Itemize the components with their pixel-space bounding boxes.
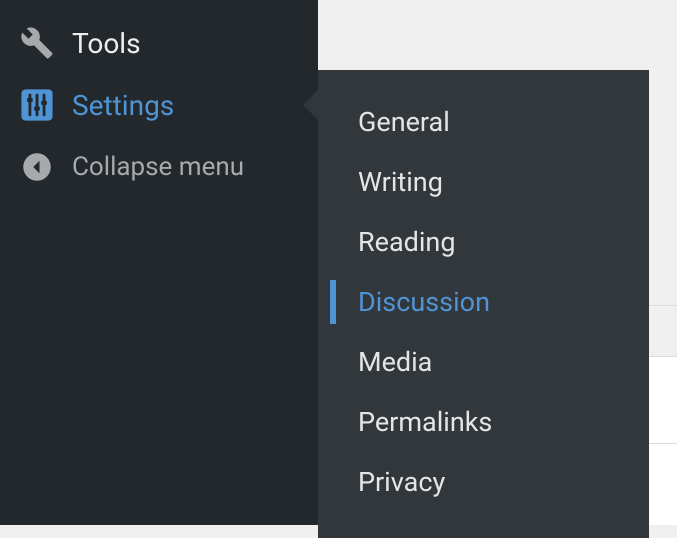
submenu-item-permalinks[interactable]: Permalinks bbox=[318, 392, 649, 452]
submenu-item-label: Permalinks bbox=[358, 406, 492, 438]
submenu-item-media[interactable]: Media bbox=[318, 332, 649, 392]
sidebar-item-settings[interactable]: Settings bbox=[0, 74, 318, 136]
sidebar-item-collapse[interactable]: Collapse menu bbox=[0, 136, 318, 198]
flyout-pointer-icon bbox=[303, 89, 319, 121]
submenu-item-label: Discussion bbox=[358, 286, 490, 318]
submenu-item-general[interactable]: General bbox=[318, 92, 649, 152]
sidebar-item-label: Settings bbox=[72, 89, 174, 122]
collapse-icon bbox=[20, 150, 54, 184]
admin-sidebar: Tools Settings Collapse menu bbox=[0, 0, 318, 525]
wrench-icon bbox=[20, 26, 54, 60]
settings-submenu: General Writing Reading Discussion Media… bbox=[318, 70, 649, 538]
submenu-item-reading[interactable]: Reading bbox=[318, 212, 649, 272]
submenu-item-label: Writing bbox=[358, 166, 443, 198]
submenu-item-label: General bbox=[358, 106, 450, 138]
submenu-item-label: Media bbox=[358, 346, 432, 378]
sidebar-item-label: Collapse menu bbox=[72, 152, 244, 182]
submenu-item-label: Reading bbox=[358, 226, 456, 258]
submenu-item-discussion[interactable]: Discussion bbox=[318, 272, 649, 332]
submenu-item-writing[interactable]: Writing bbox=[318, 152, 649, 212]
submenu-item-label: Privacy bbox=[358, 466, 445, 498]
sidebar-item-tools[interactable]: Tools bbox=[0, 12, 318, 74]
submenu-item-privacy[interactable]: Privacy bbox=[318, 452, 649, 512]
sidebar-item-label: Tools bbox=[72, 27, 141, 60]
sliders-icon bbox=[20, 88, 54, 122]
